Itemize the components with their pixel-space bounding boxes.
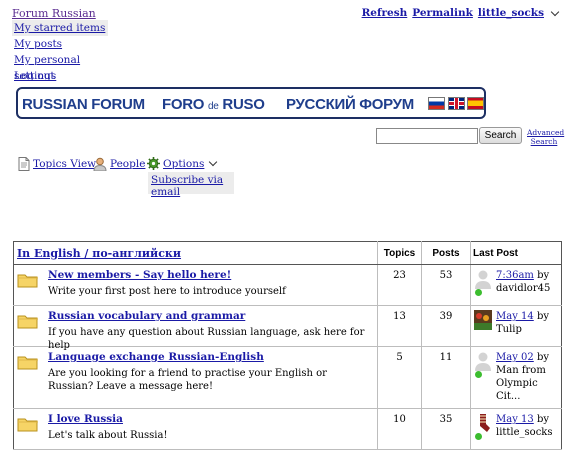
forum-cell: Russian vocabulary and grammar If you ha… bbox=[13, 305, 378, 351]
table-row: Russian vocabulary and grammar If you ha… bbox=[13, 305, 562, 351]
category-link[interactable]: In English / по-английски bbox=[17, 247, 181, 260]
forum-cell: New members - Say hello here! Write your… bbox=[13, 264, 378, 306]
folder-icon bbox=[17, 315, 38, 329]
last-post-link[interactable]: May 13 bbox=[496, 414, 534, 425]
username-menu[interactable]: little_socks bbox=[478, 7, 544, 19]
permalink-link[interactable]: Permalink bbox=[412, 7, 473, 19]
uk-flag-icon bbox=[448, 97, 465, 110]
table-header-row: In English / по-английски Topics Posts L… bbox=[13, 241, 562, 265]
last-post-by: by bbox=[536, 352, 550, 363]
last-post-info: May 13 by little_socks bbox=[496, 413, 556, 439]
online-status-icon bbox=[475, 371, 482, 378]
menu-item-logout[interactable]: Log out bbox=[12, 68, 108, 84]
nav-topics-view[interactable]: Topics View bbox=[18, 157, 96, 171]
last-post-cell: 7:36am by davidlor45 bbox=[470, 264, 562, 306]
site-home-link[interactable]: Forum Russian bbox=[12, 7, 96, 20]
topics-count: 5 bbox=[377, 346, 422, 409]
posts-count: 11 bbox=[421, 346, 471, 409]
forum-title[interactable]: New members - Say hello here! bbox=[48, 269, 231, 281]
last-post-info: May 02 by Man from Olympic Cit... bbox=[496, 351, 556, 403]
search-button[interactable]: Search bbox=[479, 127, 522, 144]
forum-cell: I love Russia Let's talk about Russia! bbox=[13, 408, 378, 450]
refresh-link[interactable]: Refresh bbox=[362, 7, 408, 19]
table-row: Language exchange Russian-English Are yo… bbox=[13, 346, 562, 409]
topics-view-label[interactable]: Topics View bbox=[33, 158, 96, 170]
options-label[interactable]: Options bbox=[163, 158, 204, 170]
last-post-by: by bbox=[536, 414, 550, 425]
gear-icon bbox=[147, 157, 160, 170]
last-post-by: by bbox=[537, 270, 550, 281]
forum-title[interactable]: I love Russia bbox=[48, 413, 123, 425]
menu-item-my-posts[interactable]: My posts bbox=[12, 36, 108, 52]
online-status-icon bbox=[475, 289, 482, 296]
topics-count: 23 bbox=[377, 264, 422, 306]
chevron-down-icon[interactable] bbox=[550, 7, 560, 16]
banner-english: RUSSIAN FORUM bbox=[22, 96, 145, 113]
search-input[interactable] bbox=[376, 128, 478, 144]
col-last-post: Last Post bbox=[470, 241, 562, 265]
last-post-link[interactable]: 7:36am bbox=[496, 270, 534, 281]
nav-options[interactable]: Options bbox=[147, 157, 218, 170]
last-post-cell: May 14 by Tulip bbox=[470, 305, 562, 347]
last-post-user: little_socks bbox=[496, 427, 553, 438]
forum-cell: Language exchange Russian-English Are yo… bbox=[13, 346, 378, 409]
spain-flag-icon bbox=[467, 97, 484, 110]
forum-description: Are you looking for a friend to practise… bbox=[48, 368, 327, 392]
last-post-info: May 14 by Tulip bbox=[496, 310, 556, 336]
posts-count: 53 bbox=[421, 264, 471, 306]
category-heading[interactable]: In English / по-английски bbox=[13, 241, 378, 265]
forum-title[interactable]: Russian vocabulary and grammar bbox=[48, 310, 245, 322]
forum-description: Let's talk about Russia! bbox=[48, 430, 168, 441]
last-post-cell: May 02 by Man from Olympic Cit... bbox=[470, 346, 562, 409]
col-topics: Topics bbox=[377, 241, 422, 265]
top-right-links: Refresh Permalink little_socks bbox=[362, 7, 560, 19]
sock-avatar-icon bbox=[480, 414, 490, 432]
topics-count: 13 bbox=[377, 305, 422, 347]
nav-people[interactable]: People bbox=[93, 157, 145, 171]
banner-spanish-de: de bbox=[208, 101, 219, 112]
forum-description: Write your first post here to introduce … bbox=[48, 286, 286, 297]
last-post-user: Tulip bbox=[496, 324, 522, 335]
banner-russian: РУССКИЙ ФОРУМ bbox=[286, 96, 414, 113]
options-dropdown: Subscribe via email bbox=[148, 172, 234, 198]
chevron-down-icon[interactable] bbox=[209, 157, 218, 167]
advanced-search-link[interactable]: Advanced Search bbox=[527, 128, 564, 146]
posts-count: 39 bbox=[421, 305, 471, 347]
tulip-avatar-icon bbox=[474, 310, 492, 330]
default-avatar-icon bbox=[475, 352, 491, 371]
forum-title[interactable]: Language exchange Russian-English bbox=[48, 351, 264, 363]
last-post-by: by bbox=[536, 311, 550, 322]
russia-flag-icon bbox=[428, 97, 445, 110]
person-icon bbox=[93, 157, 107, 171]
last-post-user: Man from Olympic Cit... bbox=[496, 365, 546, 402]
banner-spanish-b: RUSO bbox=[222, 96, 265, 113]
last-post-link[interactable]: May 14 bbox=[496, 311, 534, 322]
table-row: I love Russia Let's talk about Russia! 1… bbox=[13, 408, 562, 450]
menu-item-settings[interactable]: My personal settings bbox=[12, 52, 108, 82]
user-menu: My starred items My posts My personal se… bbox=[12, 20, 108, 84]
folder-icon bbox=[17, 356, 38, 370]
last-post-link[interactable]: May 02 bbox=[496, 352, 534, 363]
folder-icon bbox=[17, 274, 38, 288]
posts-count: 35 bbox=[421, 408, 471, 450]
forum-table: In English / по-английски Topics Posts L… bbox=[13, 241, 562, 450]
table-row: New members - Say hello here! Write your… bbox=[13, 264, 562, 306]
topics-count: 10 bbox=[377, 408, 422, 450]
last-post-info: 7:36am by davidlor45 bbox=[496, 269, 556, 295]
document-icon bbox=[18, 157, 30, 171]
last-post-cell: May 13 by little_socks bbox=[470, 408, 562, 450]
online-status-icon bbox=[475, 433, 482, 440]
folder-icon bbox=[17, 418, 38, 432]
last-post-user: davidlor45 bbox=[496, 283, 551, 294]
banner-spanish-a: FORO bbox=[162, 96, 205, 113]
banner-spanish: FORO de RUSO bbox=[162, 96, 265, 113]
people-label[interactable]: People bbox=[110, 158, 145, 170]
menu-item-starred[interactable]: My starred items bbox=[12, 20, 108, 36]
subscribe-email-link[interactable]: Subscribe via email bbox=[151, 174, 234, 198]
col-posts: Posts bbox=[421, 241, 471, 265]
default-avatar-icon bbox=[475, 270, 491, 289]
forum-banner[interactable]: RUSSIAN FORUM FORO de RUSO РУССКИЙ ФОРУМ bbox=[16, 87, 486, 119]
